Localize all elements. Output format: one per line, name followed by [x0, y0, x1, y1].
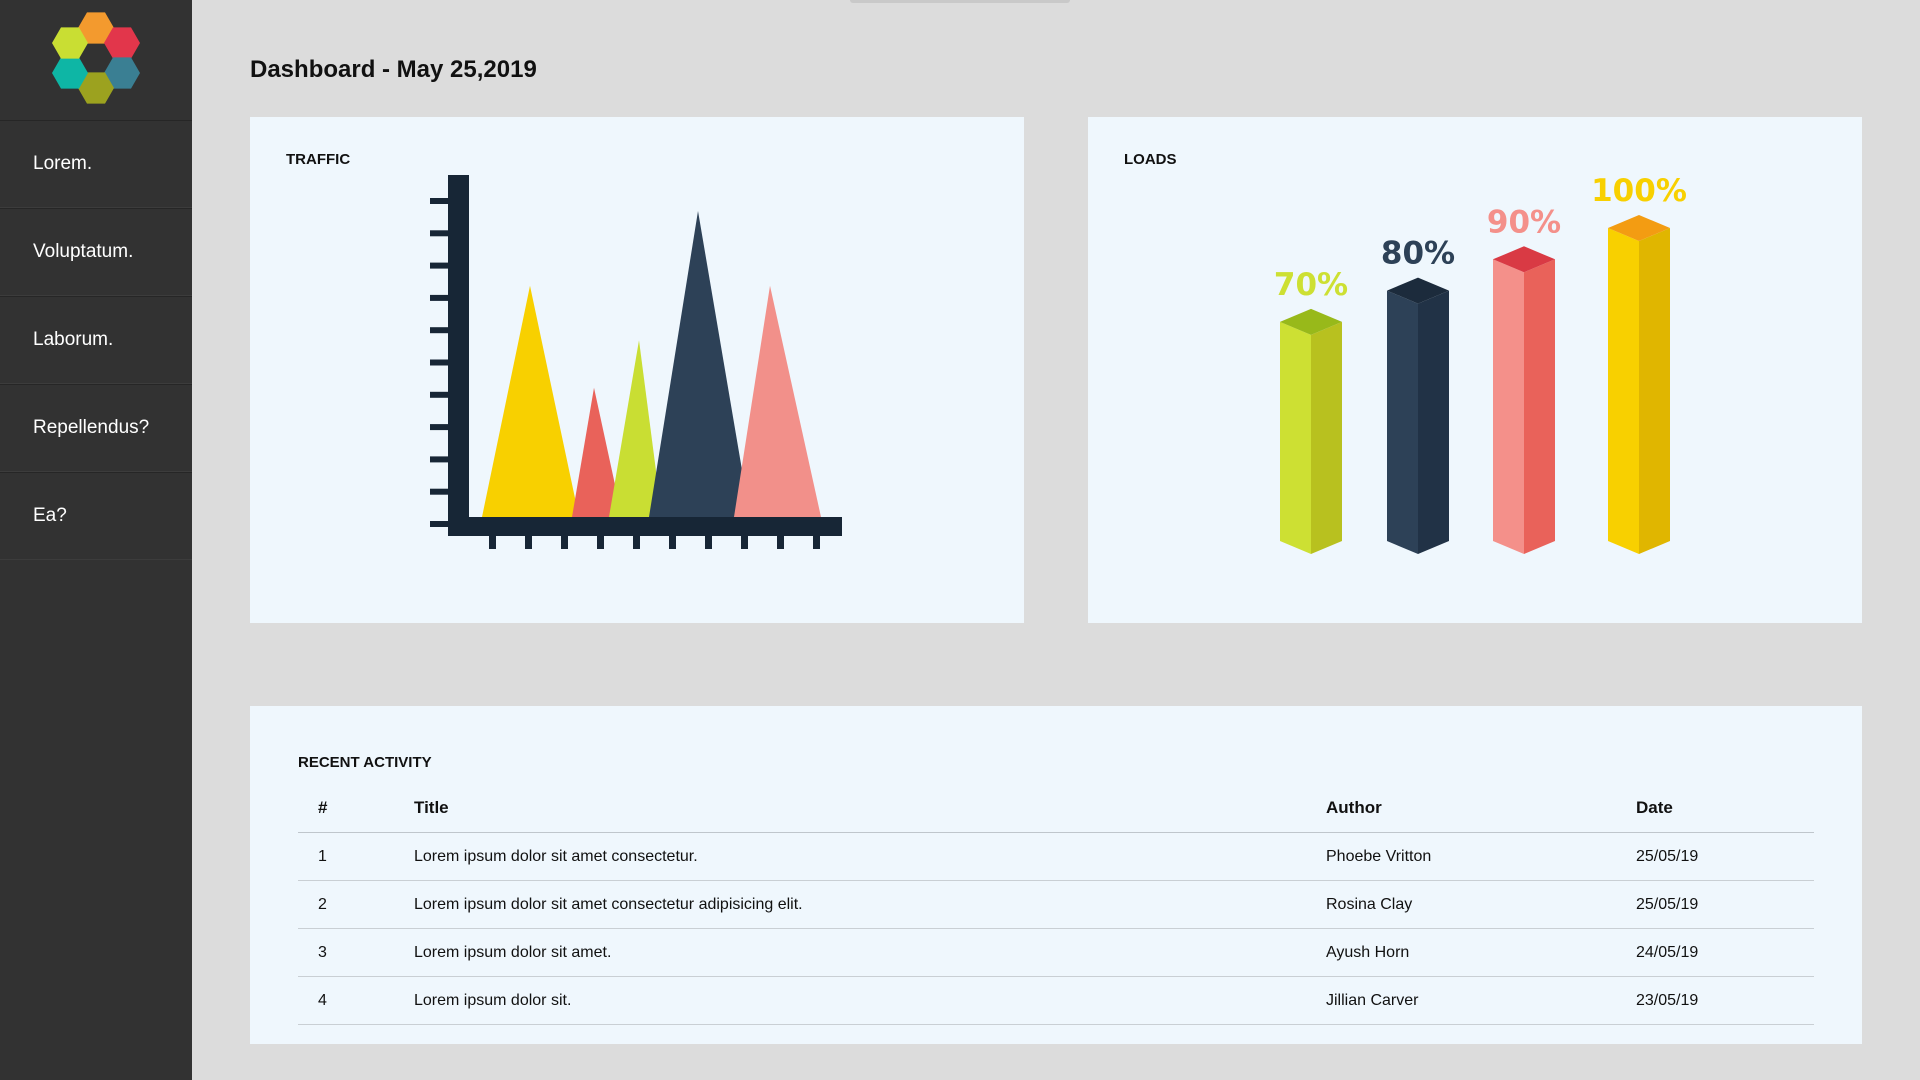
x-tick — [561, 536, 568, 549]
hexagon-flower-logo[interactable] — [47, 8, 145, 108]
table-header-row: # Title Author Date — [298, 784, 1814, 833]
x-tick — [597, 536, 604, 549]
load-bar-front — [1493, 259, 1524, 554]
row-title: Lorem ipsum dolor sit amet consectetur a… — [414, 880, 1326, 929]
row-author: Ayush Horn — [1326, 928, 1636, 977]
table-row[interactable]: 1 Lorem ipsum dolor sit amet consectetur… — [298, 832, 1814, 881]
y-tick — [430, 262, 448, 269]
sidebar-item-voluptatum[interactable]: Voluptatum. — [0, 208, 192, 296]
x-tick — [489, 536, 496, 549]
row-number: 2 — [298, 880, 414, 929]
row-date: 25/05/19 — [1636, 880, 1814, 929]
top-pull-tab[interactable] — [850, 0, 1070, 3]
y-tick — [430, 521, 448, 527]
traffic-chart — [430, 175, 842, 549]
load-bar-front — [1608, 228, 1639, 554]
row-date: 24/05/19 — [1636, 928, 1814, 977]
recent-activity-card: RECENT ACTIVITY # Title Author Date 1 Lo… — [250, 706, 1862, 1044]
traffic-series-peak — [649, 211, 750, 517]
sidebar-item-lorem[interactable]: Lorem. — [0, 120, 192, 208]
row-number: 4 — [298, 976, 414, 1025]
x-tick — [525, 536, 532, 549]
row-number: 3 — [298, 928, 414, 977]
sidebar-item-laborum[interactable]: Laborum. — [0, 296, 192, 384]
load-bar-side — [1639, 228, 1670, 554]
x-tick — [633, 536, 640, 549]
column-header-author[interactable]: Author — [1326, 784, 1636, 833]
load-bar-front — [1387, 290, 1418, 554]
row-author: Jillian Carver — [1326, 976, 1636, 1025]
traffic-series-peak — [734, 285, 821, 517]
x-tick — [777, 536, 784, 549]
x-tick — [669, 536, 676, 549]
traffic-card: TRAFFIC — [250, 117, 1024, 623]
loads-card: LOADS 70% 80% 90% 100% — [1088, 117, 1862, 623]
traffic-series-peak — [482, 285, 579, 517]
load-bar-label: 90% — [1487, 204, 1561, 240]
load-bar-label: 70% — [1274, 267, 1348, 303]
row-author: Rosina Clay — [1326, 880, 1636, 929]
load-bar-side — [1524, 259, 1555, 554]
page-title: Dashboard - May 25,2019 — [250, 56, 537, 83]
row-title: Lorem ipsum dolor sit amet consectetur. — [414, 832, 1326, 881]
sidebar-item-repellendus[interactable]: Repellendus? — [0, 384, 192, 472]
recent-activity-title: RECENT ACTIVITY — [298, 754, 432, 771]
x-axis — [448, 517, 842, 536]
y-tick — [430, 294, 448, 301]
x-tick — [813, 536, 820, 549]
row-title: Lorem ipsum dolor sit. — [414, 976, 1326, 1025]
sidebar: Lorem. Voluptatum. Laborum. Repellendus?… — [0, 0, 192, 1080]
load-bar-side — [1418, 290, 1449, 554]
row-date: 23/05/19 — [1636, 976, 1814, 1025]
load-bar-label: 100% — [1591, 173, 1687, 209]
sidebar-item-ea[interactable]: Ea? — [0, 472, 192, 560]
row-author: Phoebe Vritton — [1326, 832, 1636, 881]
y-tick — [430, 198, 448, 204]
y-tick — [430, 359, 448, 366]
loads-chart: 70% 80% 90% 100% — [1274, 173, 1687, 554]
table-row[interactable]: 4 Lorem ipsum dolor sit. Jillian Carver … — [298, 976, 1814, 1025]
row-date: 25/05/19 — [1636, 832, 1814, 881]
column-header-title[interactable]: Title — [414, 784, 1326, 833]
row-title: Lorem ipsum dolor sit amet. — [414, 928, 1326, 977]
y-tick — [430, 456, 448, 463]
y-axis — [448, 175, 469, 536]
table-row[interactable]: 2 Lorem ipsum dolor sit amet consectetur… — [298, 880, 1814, 929]
column-header-date[interactable]: Date — [1636, 784, 1814, 833]
activity-table: # Title Author Date 1 Lorem ipsum dolor … — [298, 784, 1814, 1025]
y-tick — [430, 230, 448, 237]
y-tick — [430, 424, 448, 431]
column-header-number[interactable]: # — [298, 784, 414, 833]
y-tick — [430, 391, 448, 398]
row-number: 1 — [298, 832, 414, 881]
x-tick — [741, 536, 748, 549]
load-bar-side — [1311, 321, 1342, 554]
load-bar-front — [1280, 321, 1311, 554]
table-row[interactable]: 3 Lorem ipsum dolor sit amet. Ayush Horn… — [298, 928, 1814, 977]
load-bar-label: 80% — [1381, 236, 1455, 272]
x-tick — [705, 536, 712, 549]
y-tick — [430, 327, 448, 334]
sidebar-nav: Lorem. Voluptatum. Laborum. Repellendus?… — [0, 120, 192, 560]
y-tick — [430, 488, 448, 495]
